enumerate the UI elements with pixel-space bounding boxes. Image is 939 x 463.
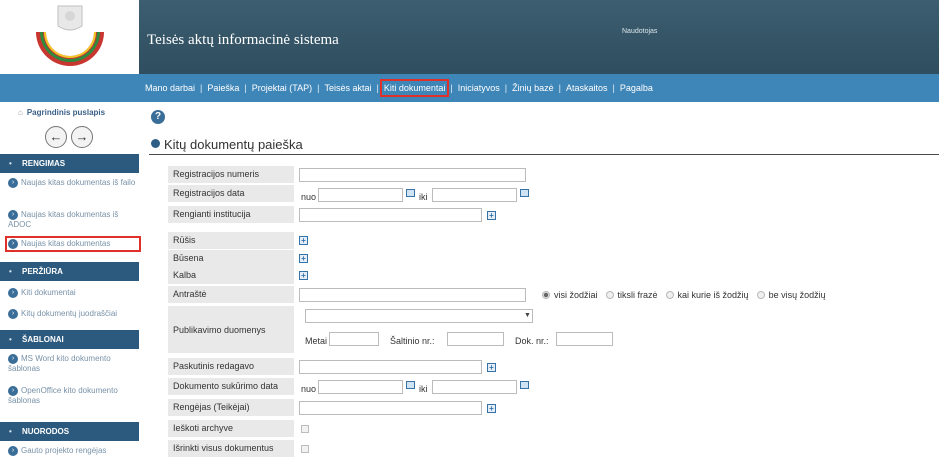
nav-legal-acts[interactable]: Teisės aktai xyxy=(324,83,371,93)
heading-match-options: visi žodžiai tiksli frazė kai kurie iš žod… xyxy=(534,290,826,300)
label-language: Kalba xyxy=(168,267,294,285)
sidebar: ⌂Pagrindinis puslapis ← → RENGIMAS ›Nauj… xyxy=(0,102,141,463)
reg-date-to-label: iki xyxy=(419,192,428,202)
dropdown-arrow-icon: ▼ xyxy=(524,312,531,319)
calendar-icon[interactable] xyxy=(406,189,415,197)
label-created-date: Dokumento sukūrimo data xyxy=(168,378,294,396)
home-icon: ⌂ xyxy=(18,108,23,117)
arrow-circle-icon: › xyxy=(8,386,18,396)
label-last-editor: Paskutinis redagavo xyxy=(168,358,294,376)
author-input[interactable] xyxy=(299,401,482,415)
logo xyxy=(0,0,139,74)
add-status-icon[interactable]: + xyxy=(299,254,308,263)
search-archive-checkbox[interactable] xyxy=(301,425,309,433)
section-sablonai: ŠABLONAI xyxy=(0,330,139,349)
institution-input[interactable] xyxy=(299,208,482,222)
nav-my-work[interactable]: Mano darbai xyxy=(145,83,195,93)
arrow-left-icon: ← xyxy=(49,129,63,144)
coat-of-arms-logo xyxy=(36,5,104,66)
app-title: Teisės aktų informacinė sistema xyxy=(147,32,339,48)
section-rengimas: RENGIMAS xyxy=(0,154,139,173)
label-heading: Antraštė xyxy=(168,286,294,304)
sidebar-item-new-from-adoc[interactable]: › Naujas kitas dokumentas iš ADOC xyxy=(8,210,138,230)
radio-all-words[interactable] xyxy=(542,291,550,299)
arrow-circle-icon: › xyxy=(8,210,18,220)
reg-date-from-label: nuo xyxy=(301,192,317,202)
home-link[interactable]: ⌂ Pagrindinis puslapis xyxy=(18,108,105,117)
label-reg-date: Registracijos data xyxy=(168,185,294,203)
label-author: Rengėjas (Teikėjai) xyxy=(168,399,294,417)
arrow-circle-icon: › xyxy=(8,178,18,188)
radio-exact-phrase[interactable] xyxy=(605,291,614,299)
arrow-circle-icon: › xyxy=(8,309,18,319)
label-reg-number: Registracijos numeris xyxy=(168,166,294,184)
year-input[interactable] xyxy=(329,332,379,346)
label-type: Rūšis xyxy=(168,232,294,250)
radio-without-words[interactable] xyxy=(756,291,765,299)
created-date-to-label: iki xyxy=(419,384,428,394)
select-all-checkbox[interactable] xyxy=(301,445,309,453)
nav-projects[interactable]: Projektai (TAP) xyxy=(252,83,312,93)
radio-some-words[interactable] xyxy=(665,291,674,299)
created-date-from-label: nuo xyxy=(301,384,317,394)
back-button[interactable]: ← xyxy=(45,126,67,148)
sidebar-item-new-from-file[interactable]: › Naujas kitas dokumentas iš failo xyxy=(8,178,138,188)
source-no-input[interactable] xyxy=(447,332,504,346)
source-no-label: Šaltinio nr.: xyxy=(390,336,435,346)
year-label: Metai xyxy=(305,336,328,346)
arrow-circle-icon: › xyxy=(8,239,18,249)
doc-no-input[interactable] xyxy=(556,332,613,346)
add-institution-icon[interactable]: + xyxy=(487,211,496,220)
label-search-archive: Ieškoti archyve xyxy=(168,420,294,438)
doc-no-label: Dok. nr.: xyxy=(515,336,549,346)
sidebar-item-openoffice-template[interactable]: › OpenOffice kito dokumento šablonas xyxy=(8,386,138,406)
label-status: Būsena xyxy=(168,250,294,268)
app-header: Teisės aktų informacinė sistema Naudotoj… xyxy=(139,0,939,74)
nav-help[interactable]: Pagalba xyxy=(620,83,653,93)
arrow-circle-icon: › xyxy=(8,354,18,364)
section-nuorodos: NUORODOS xyxy=(0,422,139,441)
publication-select[interactable] xyxy=(305,309,533,323)
arrow-right-icon: → xyxy=(75,129,89,144)
nav-knowledge-base[interactable]: Žinių bazė xyxy=(512,83,554,93)
nav-search[interactable]: Paieška xyxy=(207,83,239,93)
help-button[interactable]: ? xyxy=(151,110,165,124)
sidebar-item-ms-word-template[interactable]: › MS Word kito dokumento šablonas xyxy=(8,354,138,374)
sidebar-item-drafts[interactable]: › Kitų dokumentų juodraščiai xyxy=(8,309,138,319)
nav-reports[interactable]: Ataskaitos xyxy=(566,83,608,93)
reg-date-from-input[interactable] xyxy=(318,188,403,202)
section-perziura: PERŽIŪRA xyxy=(0,262,139,281)
reg-number-input[interactable] xyxy=(299,168,526,182)
arrow-circle-icon: › xyxy=(8,288,18,298)
sidebar-item-received-project[interactable]: › Gauto projekto rengėjas xyxy=(8,446,138,456)
calendar-icon[interactable] xyxy=(406,381,415,389)
created-date-from-input[interactable] xyxy=(318,380,403,394)
created-date-to-input[interactable] xyxy=(432,380,517,394)
title-bullet-icon xyxy=(151,139,160,148)
add-language-icon[interactable]: + xyxy=(299,271,308,280)
add-type-icon[interactable]: + xyxy=(299,236,308,245)
sidebar-item-new-document[interactable]: › Naujas kitas dokumentas xyxy=(5,235,141,253)
label-publication: Publikavimo duomenys xyxy=(168,306,294,354)
title-divider xyxy=(149,154,939,155)
heading-input[interactable] xyxy=(299,288,526,302)
label-institution: Rengianti institucija xyxy=(168,206,294,224)
user-label[interactable]: Naudotojas xyxy=(622,28,657,35)
last-editor-input[interactable] xyxy=(299,360,482,374)
page-title: Kitų dokumentų paieška xyxy=(151,137,303,152)
add-author-icon[interactable]: + xyxy=(487,404,496,413)
calendar-icon[interactable] xyxy=(520,189,529,197)
add-last-editor-icon[interactable]: + xyxy=(487,363,496,372)
sidebar-item-other-documents[interactable]: › Kiti dokumentai xyxy=(8,288,138,298)
reg-date-to-input[interactable] xyxy=(432,188,517,202)
label-select-all: Išrinkti visus dokumentus xyxy=(168,440,294,458)
calendar-icon[interactable] xyxy=(520,381,529,389)
nav-initiatives[interactable]: Iniciatyvos xyxy=(458,83,500,93)
nav-other-documents[interactable]: Kiti dokumentai xyxy=(379,79,450,97)
forward-button[interactable]: → xyxy=(71,126,93,148)
main-navigation: Mano darbai | Paieška | Projektai (TAP) | Teis… xyxy=(0,74,939,102)
arrow-circle-icon: › xyxy=(8,446,18,456)
